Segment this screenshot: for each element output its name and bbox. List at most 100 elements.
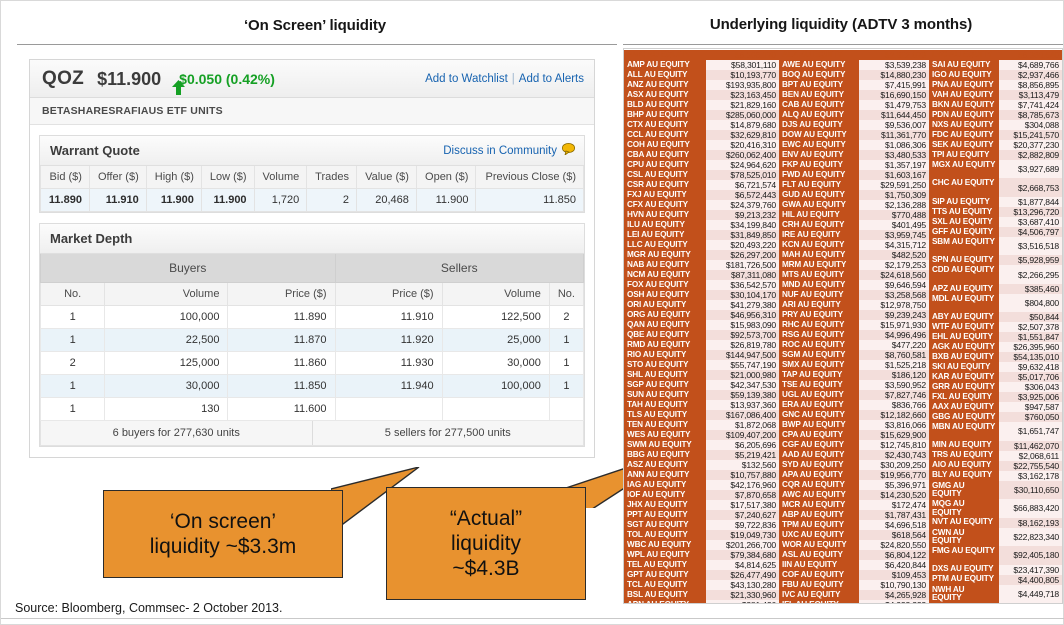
list-item[interactable]: TLS AU EQUITY$167,086,400 [624,410,779,420]
list-item[interactable]: CBA AU EQUITY$260,062,400 [624,150,779,160]
list-item[interactable]: ANZ AU EQUITY$193,935,800 [624,80,779,90]
underlying-liquidity-board[interactable]: AMC AU EQUITY$6,506,170AMP AU EQUITY$58,… [623,48,1063,604]
list-item[interactable]: OSH AU EQUITY$30,104,170 [624,290,779,300]
list-item[interactable]: CCL AU EQUITY$32,629,810 [624,130,779,140]
list-item[interactable]: BEN AU EQUITY$16,690,150 [779,90,929,100]
list-item[interactable]: CGF AU EQUITY$12,745,810 [779,440,929,450]
list-item[interactable]: SWM AU EQUITY$6,205,696 [624,440,779,450]
list-item[interactable]: WBC AU EQUITY$201,266,700 [624,540,779,550]
list-item[interactable]: APZ AU EQUITY$385,460 [929,284,1062,294]
list-item[interactable]: SMX AU EQUITY$1,525,218 [779,360,929,370]
list-item[interactable]: BHP AU EQUITY$285,060,000 [624,110,779,120]
list-item[interactable]: CPU AU EQUITY$24,964,620 [624,160,779,170]
list-item[interactable]: CSR AU EQUITY$6,721,574 [624,180,779,190]
list-item[interactable]: JHX AU EQUITY$17,517,380 [624,500,779,510]
list-item[interactable]: IGO AU EQUITY$2,937,466 [929,70,1062,80]
list-item[interactable]: NCM AU EQUITY$87,311,080 [624,270,779,280]
list-item[interactable]: COF AU EQUITY$109,453 [779,570,929,580]
list-item[interactable]: MND AU EQUITY$9,646,594 [779,280,929,290]
add-to-watchlist-link[interactable]: Add to Watchlist [425,73,508,85]
list-item[interactable]: TEL AU EQUITY$4,814,625 [624,560,779,570]
list-item[interactable]: AMP AU EQUITY$58,301,110 [624,60,779,70]
list-item[interactable]: AMC AU EQUITY$6,506,170 [624,50,779,60]
list-item[interactable]: VAH AU EQUITY$3,113,479 [929,90,1062,100]
list-item[interactable]: CRH AU EQUITY$401,495 [779,220,929,230]
list-item[interactable]: WPL AU EQUITY$79,384,680 [624,550,779,560]
list-item[interactable]: SIP AU EQUITY$1,877,844 [929,197,1062,207]
list-item[interactable]: NAB AU EQUITY$181,726,500 [624,260,779,270]
add-to-alerts-link[interactable]: Add to Alerts [519,73,584,85]
list-item[interactable]: ALQ AU EQUITY$11,644,450 [779,110,929,120]
list-item[interactable]: FDC AU EQUITY$15,241,570 [929,130,1062,140]
list-item[interactable]: RMD AU EQUITY$26,819,780 [624,340,779,350]
list-item[interactable]: ILU AU EQUITY$34,199,840 [624,220,779,230]
list-item[interactable]: ENV AU EQUITY$3,480,533 [779,150,929,160]
list-item[interactable]: TPI AU EQUITY$2,882,809 [929,150,1062,160]
list-item[interactable]: CPA AU EQUITY$15,629,900 [779,430,929,440]
list-item[interactable]: STO AU EQUITY$55,747,190 [624,360,779,370]
list-item[interactable]: IVC AU EQUITY$4,265,928 [779,590,929,600]
list-item[interactable]: ABP AU EQUITY$1,787,431 [779,510,929,520]
list-item[interactable]: NUF AU EQUITY$3,258,568 [779,290,929,300]
list-item[interactable]: GPT AU EQUITY$26,477,490 [624,570,779,580]
list-item[interactable]: WOR AU EQUITY$24,820,550 [779,540,929,550]
list-item[interactable]: SPN AU EQUITY$5,928,959 [929,255,1062,265]
list-item[interactable]: MQG AU EQUITY$66,883,420 [929,499,1062,517]
list-item[interactable]: MIN AU EQUITY$11,462,070 [929,441,1062,451]
list-item[interactable]: FXJ AU EQUITY$6,572,443 [624,190,779,200]
list-item[interactable]: APA AU EQUITY$19,956,770 [779,470,929,480]
list-item[interactable]: BLY AU EQUITY$3,162,178 [929,471,1062,481]
list-item[interactable]: SHL AU EQUITY$21,000,980 [624,370,779,380]
list-item[interactable]: KCN AU EQUITY$4,315,712 [779,240,929,250]
list-item[interactable]: IRE AU EQUITY$3,959,745 [779,230,929,240]
list-item[interactable]: AWE AU EQUITY$3,539,238 [779,60,929,70]
list-item[interactable]: AAX AU EQUITY$947,587 [929,402,1062,412]
list-item[interactable]: SBM AU EQUITY$3,516,518 [929,237,1062,255]
list-item[interactable]: GMG AU EQUITY$30,110,650 [929,481,1062,499]
list-item[interactable]: DXS AU EQUITY$23,417,390 [929,565,1062,575]
list-item[interactable]: FMG AU EQUITY$92,405,180 [929,546,1062,564]
list-item[interactable]: FKP AU EQUITY$1,357,197 [779,160,929,170]
list-item[interactable]: QAN AU EQUITY$15,983,090 [624,320,779,330]
list-item[interactable]: WES AU EQUITY$109,407,200 [624,430,779,440]
list-item[interactable]: SGP AU EQUITY$42,347,530 [624,380,779,390]
list-item[interactable]: PTM AU EQUITY$4,400,805 [929,575,1062,585]
list-item[interactable]: TOL AU EQUITY$19,049,730 [624,530,779,540]
list-item[interactable]: GWA AU EQUITY$2,136,288 [779,200,929,210]
list-item[interactable]: FWD AU EQUITY$1,603,167 [779,170,929,180]
list-item[interactable]: IAG AU EQUITY$42,176,960 [624,480,779,490]
list-item[interactable]: ORG AU EQUITY$46,956,310 [624,310,779,320]
list-item[interactable]: WTF AU EQUITY$2,507,378 [929,322,1062,332]
list-item[interactable]: IFL AU EQUITY$4,933,232 [779,600,929,604]
list-item[interactable]: AWC AU EQUITY$14,230,520 [779,490,929,500]
list-item[interactable]: MGX AU EQUITY$3,927,689 [929,160,1062,178]
list-item[interactable]: GFF AU EQUITY$4,506,797 [929,227,1062,237]
list-item[interactable]: TAP AU EQUITY$186,120 [779,370,929,380]
list-item[interactable]: ASZ AU EQUITY$132,560 [624,460,779,470]
list-item[interactable]: SGM AU EQUITY$8,760,581 [779,350,929,360]
list-item[interactable]: NXS AU EQUITY$304,088 [929,120,1062,130]
list-item[interactable]: GBG AU EQUITY$760,050 [929,412,1062,422]
list-item[interactable]: TTS AU EQUITY$13,296,720 [929,207,1062,217]
list-item[interactable]: NWH AU EQUITY$4,449,718 [929,585,1062,603]
list-item[interactable]: SGT AU EQUITY$9,722,836 [624,520,779,530]
list-item[interactable]: IOF AU EQUITY$7,870,658 [624,490,779,500]
list-item[interactable]: PDN AU EQUITY$8,785,673 [929,110,1062,120]
list-item[interactable]: BBG AU EQUITY$5,219,421 [624,450,779,460]
list-item[interactable]: FBU AU EQUITY$10,790,130 [779,580,929,590]
list-item[interactable]: BPT AU EQUITY$7,415,991 [779,80,929,90]
list-item[interactable]: BOQ AU EQUITY$14,880,230 [779,70,929,80]
list-item[interactable]: SYD AU EQUITY$30,209,250 [779,460,929,470]
list-item[interactable]: SXL AU EQUITY$3,687,410 [929,217,1062,227]
list-item[interactable]: FOX AU EQUITY$36,542,570 [624,280,779,290]
list-item[interactable]: CFX AU EQUITY$24,379,760 [624,200,779,210]
list-item[interactable]: IIN AU EQUITY$6,420,844 [779,560,929,570]
list-item[interactable]: NVT AU EQUITY$8,162,193 [929,518,1062,528]
list-item[interactable]: HVN AU EQUITY$9,213,232 [624,210,779,220]
list-item[interactable]: SKI AU EQUITY$9,632,418 [929,362,1062,372]
list-item[interactable]: TEN AU EQUITY$1,872,068 [624,420,779,430]
list-item[interactable]: BKN AU EQUITY$7,741,424 [929,100,1062,110]
list-item[interactable]: ROC AU EQUITY$477,220 [779,340,929,350]
list-item[interactable]: AGK AU EQUITY$26,395,960 [929,342,1062,352]
list-item[interactable]: EHL AU EQUITY$1,551,847 [929,332,1062,342]
